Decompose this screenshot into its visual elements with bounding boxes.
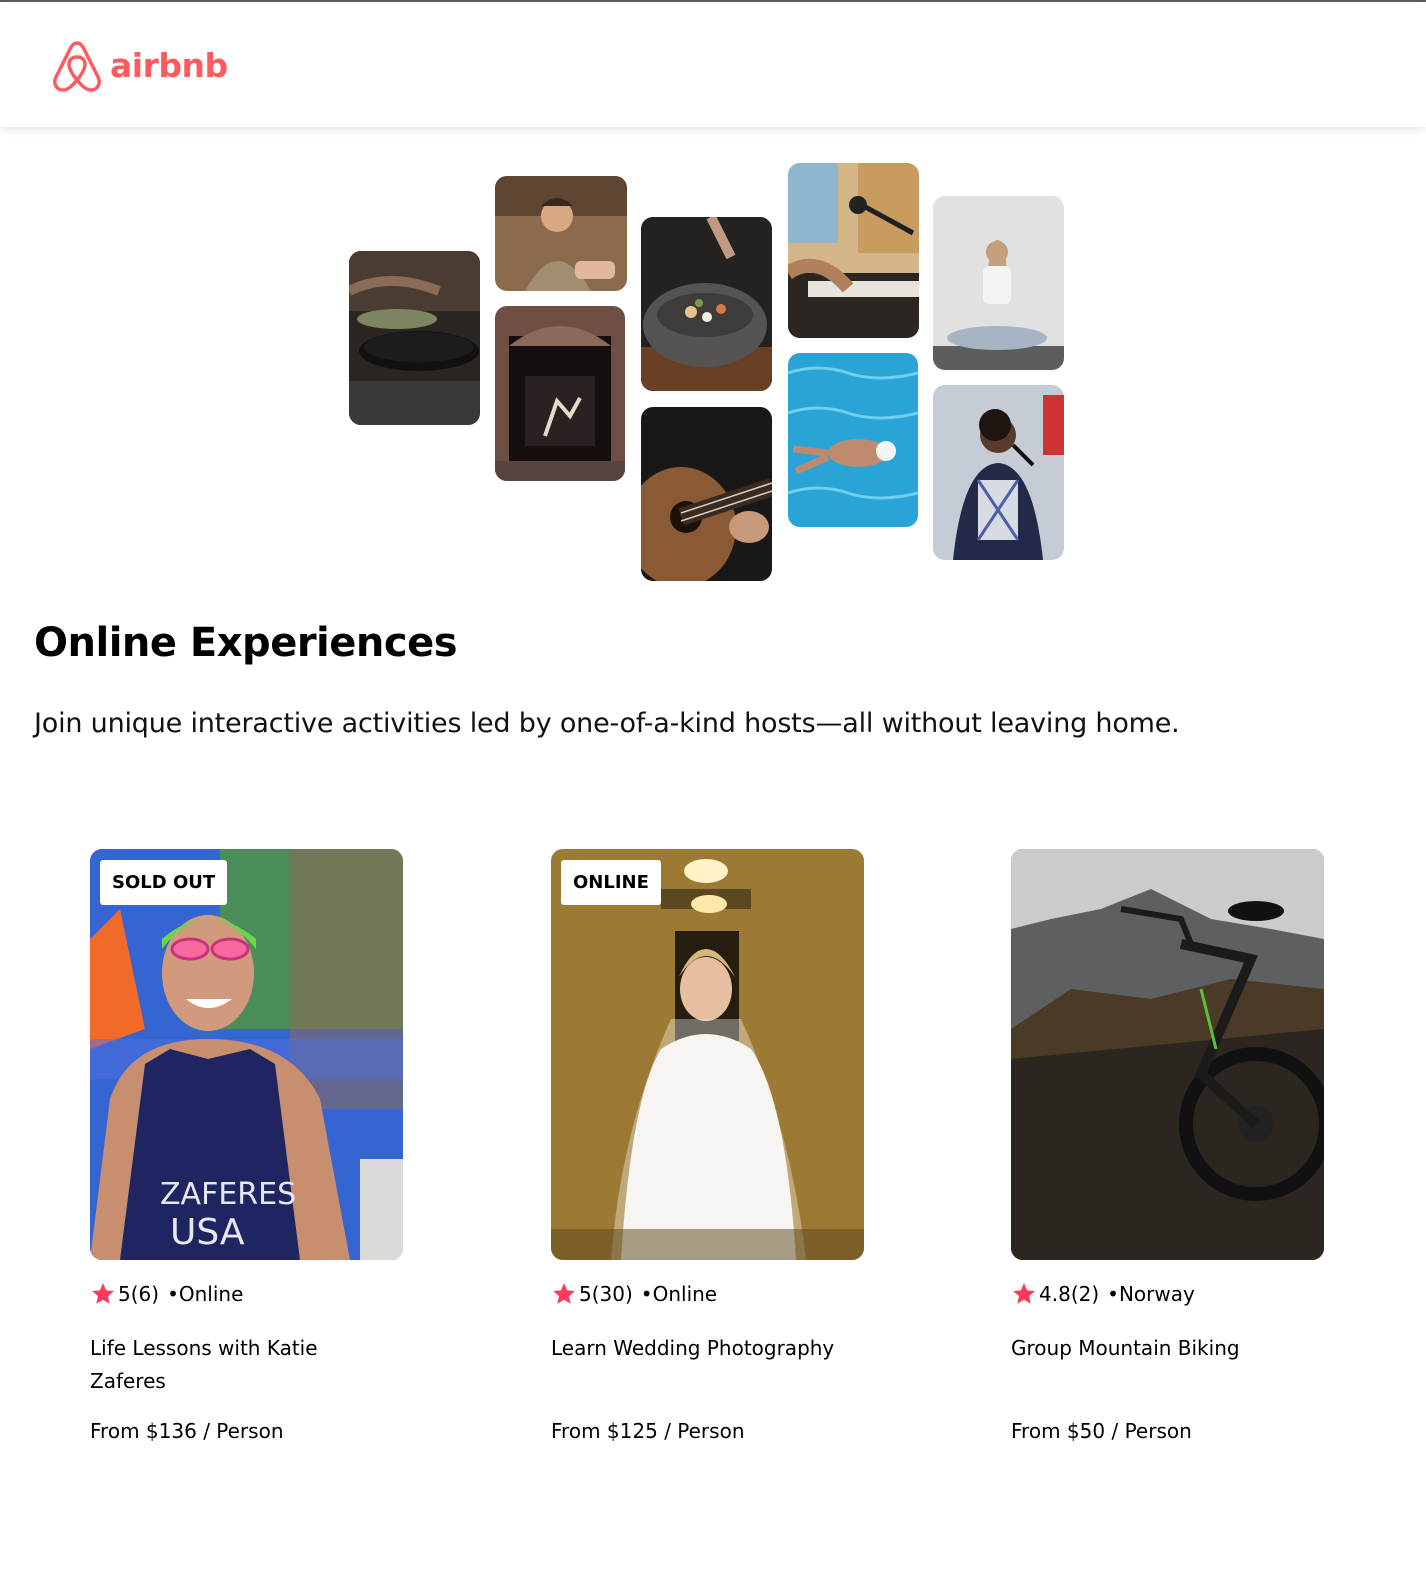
svg-text:ZAFERES: ZAFERES [160,1177,296,1212]
price-amount: $50 [1066,1419,1106,1443]
price-suffix: / Person [1111,1419,1192,1443]
hero-photo-woman-cooking [495,176,627,291]
navbar: airbnb [0,2,1426,127]
price-prefix: From [551,1419,601,1443]
location: •Online [167,1282,244,1306]
status-badge: ONLINE [561,860,661,905]
airbnb-logo[interactable]: airbnb [50,37,228,93]
star-icon [553,1283,575,1304]
status-badge: SOLD OUT [100,860,228,905]
price-prefix: From [1011,1419,1061,1443]
svg-text:USA: USA [170,1212,245,1253]
hero-photo-piano-microphone [788,163,919,338]
athlete-portrait-image: ZAFERES USA [90,849,403,1260]
hero-photo-singer [933,385,1064,560]
hero-photo-guitar [641,407,772,581]
review-count: (30) [591,1282,633,1306]
price-suffix: / Person [664,1419,745,1443]
experience-card[interactable]: ZAFERES USA SOLD OUT 5 (6) •Online Life … [90,849,403,1443]
price-amount: $125 [606,1419,658,1443]
card-price: From $136 / Person [90,1419,284,1443]
page-title: Online Experiences [34,620,458,666]
price-amount: $136 [145,1419,197,1443]
bride-portrait-image [551,849,864,1260]
hero-photo-dancer-doorway [495,306,625,481]
rating-value: 5 [118,1282,131,1306]
experience-card[interactable]: ONLINE 5 (30) •Online Learn Wedding Phot… [551,849,864,1443]
card-title[interactable]: Life Lessons with Katie Zaferes [90,1332,390,1398]
page-subtitle: Join unique interactive activities led b… [34,708,1180,739]
rating-value: 4.8 [1039,1282,1071,1306]
card-image[interactable]: ONLINE [551,849,864,1260]
card-stats: 4.8 (2) •Norway [1011,1280,1324,1308]
card-title[interactable]: Group Mountain Biking [1011,1332,1311,1365]
hero-photo-swimmer [788,353,918,527]
location: •Norway [1107,1282,1195,1306]
star-icon [92,1283,114,1304]
airbnb-logo-icon [53,41,101,92]
brand-name: airbnb [110,45,228,85]
card-price: From $125 / Person [551,1419,745,1443]
card-image[interactable]: ZAFERES USA SOLD OUT [90,849,403,1260]
review-count: (2) [1070,1282,1100,1306]
card-stats: 5 (30) •Online [551,1280,864,1308]
hero-photo-yoga [933,196,1064,370]
hero-photo-cooking-pans [349,251,480,425]
card-image[interactable] [1011,849,1324,1260]
review-count: (6) [130,1282,160,1306]
rating-value: 5 [579,1282,592,1306]
mountain-bike-image [1011,849,1324,1260]
card-price: From $50 / Person [1011,1419,1192,1443]
price-prefix: From [90,1419,140,1443]
card-stats: 5 (6) •Online [90,1280,403,1308]
card-title[interactable]: Learn Wedding Photography [551,1332,851,1365]
star-icon [1013,1283,1035,1304]
hero-photo-food-bowl [641,217,772,391]
experience-card[interactable]: 4.8 (2) •Norway Group Mountain Biking Fr… [1011,849,1324,1443]
location: •Online [640,1282,718,1306]
price-suffix: / Person [203,1419,284,1443]
